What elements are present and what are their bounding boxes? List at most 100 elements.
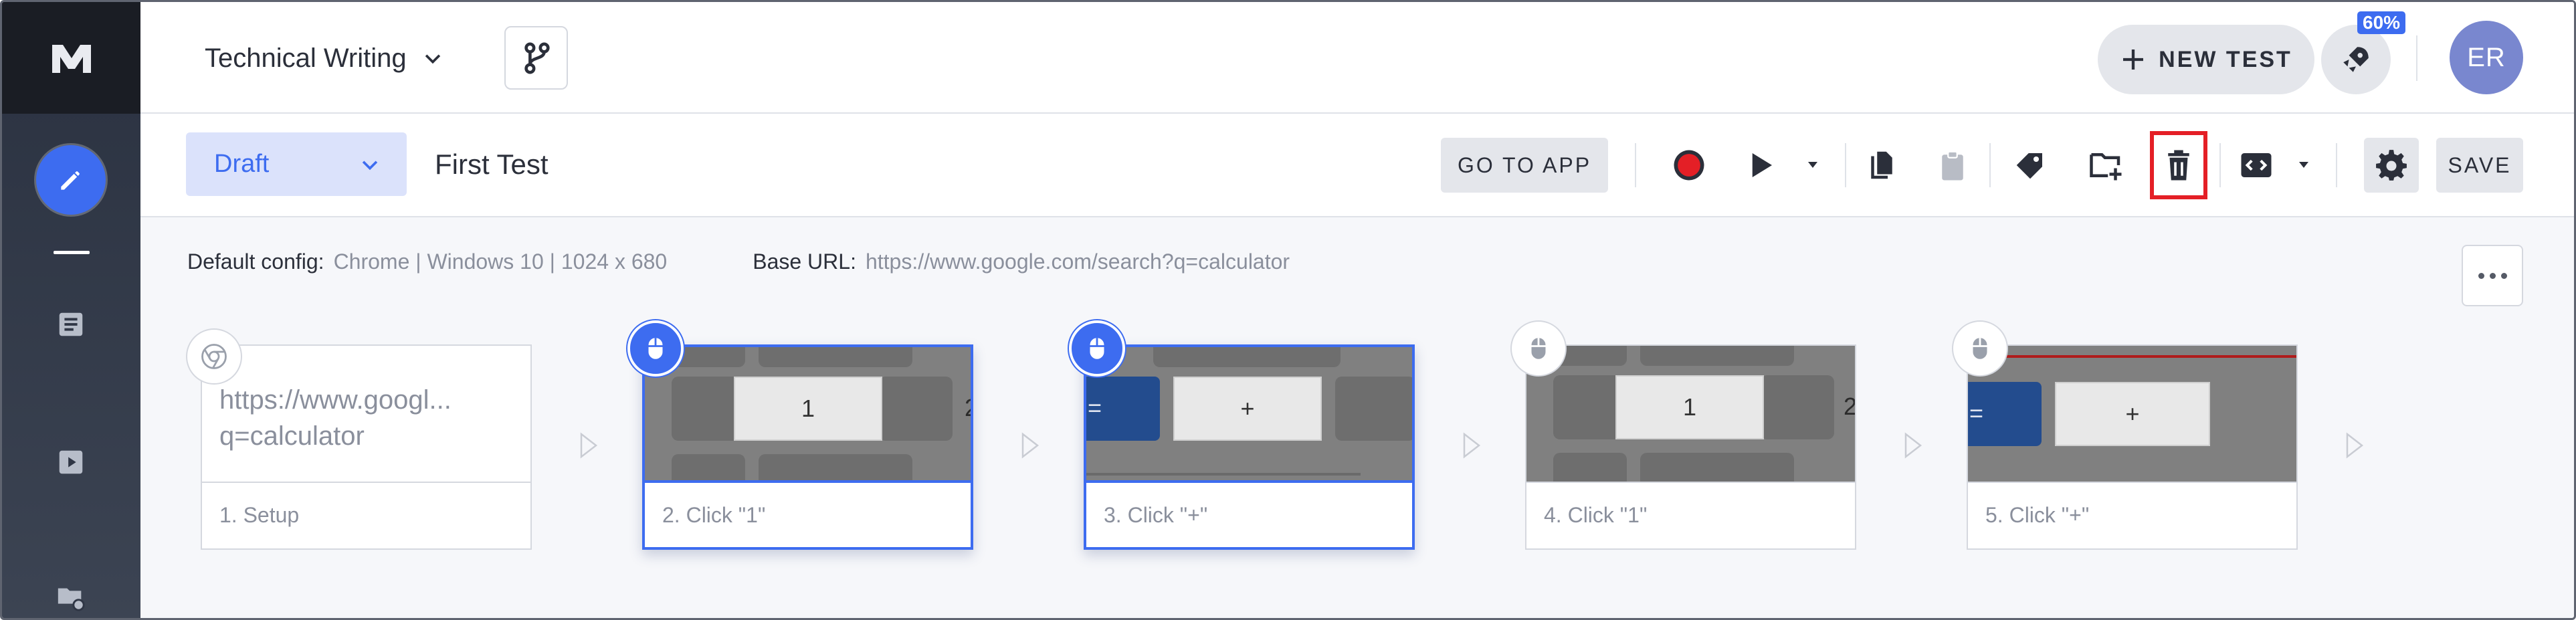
nav-runs-button[interactable] bbox=[55, 446, 87, 478]
base-url-value[interactable]: https://www.google.com/search?q=calculat… bbox=[866, 249, 1290, 274]
code-icon bbox=[2241, 153, 2272, 177]
thumb-edge-digit: 2 bbox=[1844, 393, 1855, 421]
mouse-icon bbox=[1973, 338, 1987, 359]
app-window: Technical Writing NEW TEST 60% ER Draft … bbox=[0, 0, 2576, 620]
paste-icon bbox=[1942, 150, 1963, 181]
step-card[interactable]: 1 2 2. Click "1" bbox=[642, 344, 973, 550]
avatar[interactable]: ER bbox=[2450, 21, 2523, 94]
thumb-edge-digit: = bbox=[1969, 399, 1984, 427]
edit-icon bbox=[61, 171, 80, 190]
nav-suites-button[interactable] bbox=[55, 581, 87, 613]
new-test-label: NEW TEST bbox=[2159, 46, 2292, 72]
toolbar-divider bbox=[1845, 143, 1846, 187]
step-type-badge bbox=[186, 328, 242, 385]
nav-active-indicator bbox=[54, 251, 90, 254]
tag-button[interactable] bbox=[2008, 143, 2052, 187]
code-button[interactable] bbox=[2234, 143, 2278, 187]
step-arrow-icon bbox=[2346, 432, 2364, 459]
step-type-badge bbox=[1069, 320, 1125, 377]
copy-button[interactable] bbox=[1860, 143, 1904, 187]
thumb-key bbox=[1553, 453, 1627, 482]
notifications-button[interactable] bbox=[2321, 25, 2391, 94]
mouse-icon bbox=[648, 338, 663, 359]
play-options-caret-icon[interactable] bbox=[1805, 157, 1821, 173]
test-name[interactable]: First Test bbox=[435, 148, 549, 181]
default-config-label: Default config: bbox=[187, 249, 324, 274]
nav-tests-button[interactable] bbox=[55, 308, 87, 340]
thumb-key-highlighted: 1 bbox=[1615, 375, 1764, 439]
copy-icon bbox=[1871, 151, 1892, 179]
step-type-badge bbox=[1510, 320, 1567, 377]
save-button[interactable]: SAVE bbox=[2436, 138, 2523, 193]
setup-url-line: https://www.googl... bbox=[219, 385, 452, 415]
step-thumbnail: = + bbox=[1086, 347, 1412, 483]
go-to-app-button[interactable]: GO TO APP bbox=[1441, 138, 1608, 193]
app-logo[interactable] bbox=[2, 2, 140, 114]
step-thumbnail: = + bbox=[1968, 346, 2296, 482]
thumb-key-highlighted: + bbox=[2055, 382, 2210, 446]
step-thumbnail: https://www.googl... q=calculator bbox=[202, 346, 530, 482]
move-to-folder-button[interactable] bbox=[2084, 143, 2128, 187]
header-divider bbox=[2416, 35, 2417, 81]
record-button[interactable] bbox=[1667, 143, 1711, 187]
play-icon bbox=[1752, 153, 1772, 177]
nav-edit-button[interactable] bbox=[36, 145, 106, 215]
play-button[interactable] bbox=[1738, 143, 1782, 187]
rocket-icon bbox=[2343, 47, 2369, 72]
play-square-icon bbox=[59, 450, 83, 474]
chevron-down-icon bbox=[425, 54, 440, 64]
thumb-key bbox=[1640, 346, 1794, 366]
dot bbox=[2489, 272, 2496, 279]
thumb-key bbox=[1761, 375, 1834, 439]
step-thumbnail: 1 2 bbox=[645, 347, 971, 483]
test-toolbar: Draft First Test GO TO APP SAVE bbox=[140, 114, 2574, 217]
setup-url-line: q=calculator bbox=[219, 421, 365, 451]
base-url-label: Base URL: bbox=[753, 249, 856, 274]
step-card-setup[interactable]: https://www.googl... q=calculator 1. Set… bbox=[201, 344, 532, 550]
top-bar: Technical Writing NEW TEST 60% ER bbox=[140, 2, 2574, 114]
chevron-down-icon bbox=[362, 160, 378, 170]
thumb-divider bbox=[1086, 473, 1361, 476]
config-bar: Default config: Chrome | Windows 10 | 10… bbox=[187, 249, 1290, 274]
step-type-badge bbox=[627, 320, 684, 377]
paste-button[interactable] bbox=[1930, 143, 1975, 187]
step-caption: 4. Click "1" bbox=[1526, 482, 1855, 548]
thumb-key-highlighted: 1 bbox=[734, 377, 882, 441]
dot bbox=[2478, 272, 2484, 279]
branch-button[interactable] bbox=[504, 26, 568, 90]
step-card[interactable]: 1 2 4. Click "1" bbox=[1525, 344, 1856, 550]
branch-icon bbox=[524, 42, 550, 74]
step-arrow-icon bbox=[1463, 432, 1481, 459]
status-select[interactable]: Draft bbox=[186, 132, 407, 196]
step-caption: 2. Click "1" bbox=[645, 480, 971, 547]
more-options-button[interactable] bbox=[2462, 245, 2523, 306]
folder-settings-icon bbox=[58, 588, 85, 611]
toolbar-divider bbox=[1635, 143, 1636, 187]
gear-icon bbox=[2376, 150, 2407, 181]
project-name: Technical Writing bbox=[205, 43, 407, 73]
step-arrow-icon bbox=[580, 432, 598, 459]
default-config-value[interactable]: Chrome | Windows 10 | 1024 x 680 bbox=[334, 249, 668, 274]
settings-button[interactable] bbox=[2364, 138, 2419, 193]
step-caption: 5. Click "+" bbox=[1968, 482, 2296, 548]
thumb-key bbox=[1335, 377, 1412, 441]
thumb-key bbox=[1640, 453, 1794, 482]
plus-icon bbox=[2123, 49, 2144, 70]
step-card[interactable]: = + 3. Click "+" bbox=[1084, 344, 1415, 550]
left-nav bbox=[2, 2, 140, 618]
mouse-icon bbox=[1090, 338, 1104, 359]
folder-add-icon bbox=[2090, 153, 2122, 181]
project-selector[interactable]: Technical Writing bbox=[205, 39, 444, 77]
new-test-button[interactable]: NEW TEST bbox=[2098, 25, 2314, 94]
record-icon bbox=[1674, 150, 1704, 181]
tag-icon bbox=[2016, 153, 2042, 179]
code-options-caret-icon[interactable] bbox=[2296, 157, 2312, 173]
toolbar-divider bbox=[1989, 143, 1991, 187]
thumb-key bbox=[1153, 347, 1341, 367]
list-icon bbox=[59, 312, 83, 336]
step-card[interactable]: = + 5. Click "+" bbox=[1967, 344, 2298, 550]
thumb-edge-digit: 2 bbox=[965, 394, 971, 422]
thumb-key bbox=[759, 347, 912, 367]
chrome-icon bbox=[201, 344, 227, 369]
thumb-key bbox=[759, 454, 912, 483]
